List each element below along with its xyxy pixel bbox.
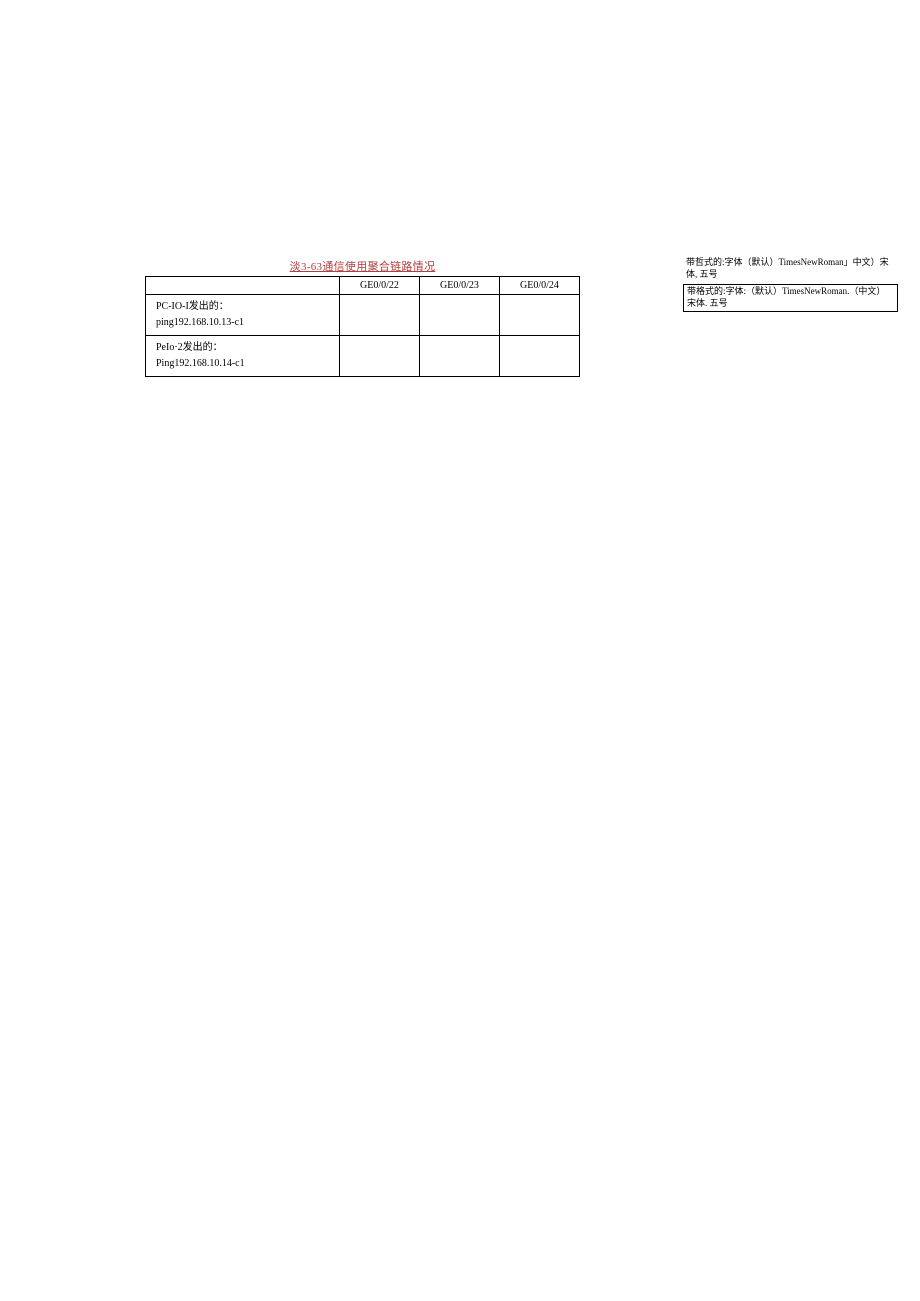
link-aggregation-table: GE0/0/22 GE0/0/23 GE0/0/24 PC-IO-I发出的： p…	[145, 276, 580, 377]
row-label-1-line2: ping192.168.10.13-c1	[156, 315, 334, 331]
cell-r2-ge24	[500, 336, 580, 377]
cell-r1-ge24	[500, 295, 580, 336]
annotation-2: 带格式的:字体:（默认）TimesNewRoman.（中文）宋体. 五号	[683, 284, 898, 311]
main-content: 淡3-63通信使用聚合链路情况 GE0/0/22 GE0/0/23 GE0/0/…	[145, 258, 580, 377]
cell-r1-ge22	[340, 295, 420, 336]
format-annotations: 带哲式的:字体（默认）TimesNewRoman」中文）宋体, 五号 带格式的:…	[683, 256, 898, 315]
header-ge23: GE0/0/23	[420, 277, 500, 295]
annotation-1: 带哲式的:字体（默认）TimesNewRoman」中文）宋体, 五号	[683, 256, 898, 281]
cell-r2-ge23	[420, 336, 500, 377]
row-label-2-line2: Ping192.168.10.14-c1	[156, 356, 334, 372]
row-label-2: PeIo·2发出的： Ping192.168.10.14-c1	[146, 336, 340, 377]
row-label-1-line1: PC-IO-I发出的：	[156, 299, 334, 315]
header-ge22: GE0/0/22	[340, 277, 420, 295]
header-empty	[146, 277, 340, 295]
row-label-2-line1: PeIo·2发出的：	[156, 340, 334, 356]
cell-r2-ge22	[340, 336, 420, 377]
cell-r1-ge23	[420, 295, 500, 336]
table-row: PC-IO-I发出的： ping192.168.10.13-c1	[146, 295, 580, 336]
row-label-1: PC-IO-I发出的： ping192.168.10.13-c1	[146, 295, 340, 336]
header-ge24: GE0/0/24	[500, 277, 580, 295]
table-header-row: GE0/0/22 GE0/0/23 GE0/0/24	[146, 277, 580, 295]
table-title: 淡3-63通信使用聚合链路情况	[145, 258, 580, 274]
table-row: PeIo·2发出的： Ping192.168.10.14-c1	[146, 336, 580, 377]
